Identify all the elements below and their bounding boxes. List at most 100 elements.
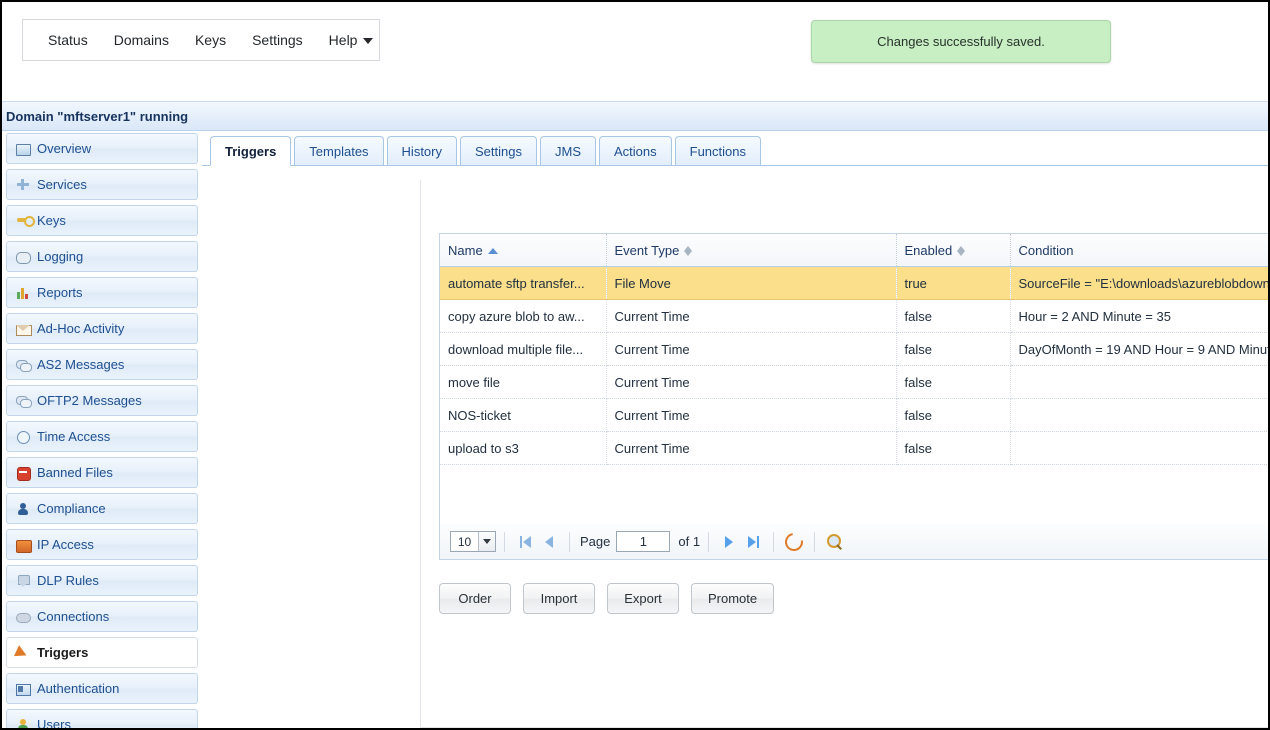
- refresh-button[interactable]: [782, 530, 806, 554]
- table-row[interactable]: copy azure blob to aw... Current Time fa…: [440, 300, 1270, 333]
- sidebar-item-overview[interactable]: Overview: [6, 133, 198, 164]
- column-header-label: Condition: [1019, 243, 1074, 258]
- sidebar-item-label: Ad-Hoc Activity: [37, 322, 124, 335]
- table-row[interactable]: NOS-ticket Current Time false Tra: [440, 399, 1270, 432]
- sidebar-item-authentication[interactable]: Authentication: [6, 673, 198, 704]
- sidebar-item-label: Reports: [37, 286, 83, 299]
- success-notification-text: Changes successfully saved.: [877, 34, 1045, 49]
- menu-item-status[interactable]: Status: [35, 28, 101, 52]
- table-header-row: Name Event Type Enabled Condition Acti: [440, 234, 1270, 267]
- cell-event-type: Current Time: [606, 399, 896, 432]
- compliance-icon: [15, 501, 31, 517]
- tab-strip: Triggers Templates History Settings JMS …: [202, 133, 1268, 166]
- column-header-condition[interactable]: Condition: [1010, 234, 1270, 267]
- sort-none-icon: [957, 245, 966, 257]
- column-header-enabled[interactable]: Enabled: [896, 234, 1010, 267]
- divider: [773, 532, 774, 552]
- chevron-down-icon: [478, 532, 495, 551]
- sidebar-item-triggers[interactable]: Triggers: [6, 637, 198, 668]
- table-row[interactable]: upload to s3 Current Time false Tra: [440, 432, 1270, 465]
- sidebar-item-ad-hoc-activity[interactable]: Ad-Hoc Activity: [6, 313, 198, 344]
- services-icon: [15, 177, 31, 193]
- cell-event-type: Current Time: [606, 333, 896, 366]
- tab-actions[interactable]: Actions: [599, 136, 672, 165]
- sidebar-item-label: Banned Files: [37, 466, 113, 479]
- import-button[interactable]: Import: [523, 583, 595, 614]
- sidebar-item-keys[interactable]: Keys: [6, 205, 198, 236]
- promote-button[interactable]: Promote: [691, 583, 774, 614]
- tab-label: Templates: [309, 144, 368, 159]
- first-page-icon: [520, 536, 531, 548]
- tab-functions[interactable]: Functions: [675, 136, 761, 165]
- table-row[interactable]: move file Current Time false Mov: [440, 366, 1270, 399]
- main-menu-bar: Status Domains Keys Settings Help: [22, 19, 380, 61]
- sidebar-item-logging[interactable]: Logging: [6, 241, 198, 272]
- table-row[interactable]: download multiple file... Current Time f…: [440, 333, 1270, 366]
- page-size-select[interactable]: 10: [450, 531, 496, 552]
- last-page-button[interactable]: [741, 530, 765, 554]
- tab-settings[interactable]: Settings: [460, 136, 537, 165]
- sidebar-item-label: Logging: [37, 250, 83, 263]
- cell-name: download multiple file...: [440, 333, 606, 366]
- previous-page-icon: [545, 536, 553, 548]
- pagination-toolbar: 10 Page 1 of 1: [439, 524, 1270, 560]
- domain-status-text: Domain "mftserver1" running: [6, 109, 188, 124]
- tab-label: Actions: [614, 144, 657, 159]
- sidebar-item-services[interactable]: Services: [6, 169, 198, 200]
- cell-condition: [1010, 399, 1270, 432]
- sidebar-item-oftp2-messages[interactable]: OFTP2 Messages: [6, 385, 198, 416]
- sidebar: Overview Services Keys Logging Reports A…: [2, 133, 202, 730]
- column-header-event-type[interactable]: Event Type: [606, 234, 896, 267]
- tab-triggers[interactable]: Triggers: [210, 136, 291, 166]
- tab-history[interactable]: History: [387, 136, 457, 165]
- cell-name: automate sftp transfer...: [440, 267, 606, 300]
- menu-item-keys[interactable]: Keys: [182, 28, 239, 52]
- dlp-rules-icon: [15, 573, 31, 589]
- table-row[interactable]: automate sftp transfer... File Move true…: [440, 267, 1270, 300]
- tab-jms[interactable]: JMS: [540, 136, 596, 165]
- page-size-value: 10: [451, 535, 478, 549]
- first-page-button[interactable]: [513, 530, 537, 554]
- menu-item-settings[interactable]: Settings: [239, 28, 316, 52]
- sidebar-item-as2-messages[interactable]: AS2 Messages: [6, 349, 198, 380]
- sidebar-item-ip-access[interactable]: IP Access: [6, 529, 198, 560]
- cell-enabled: false: [896, 300, 1010, 333]
- search-button[interactable]: [823, 530, 847, 554]
- time-access-icon: [15, 429, 31, 445]
- order-button[interactable]: Order: [439, 583, 511, 614]
- sidebar-item-connections[interactable]: Connections: [6, 601, 198, 632]
- menu-item-domains[interactable]: Domains: [101, 28, 182, 52]
- export-button[interactable]: Export: [607, 583, 679, 614]
- cell-name: copy azure blob to aw...: [440, 300, 606, 333]
- sidebar-item-compliance[interactable]: Compliance: [6, 493, 198, 524]
- authentication-icon: [15, 681, 31, 697]
- sidebar-item-label: OFTP2 Messages: [37, 394, 142, 407]
- sidebar-item-label: Triggers: [37, 646, 88, 659]
- sidebar-item-banned-files[interactable]: Banned Files: [6, 457, 198, 488]
- menu-item-help[interactable]: Help: [316, 28, 387, 52]
- column-header-name[interactable]: Name: [440, 234, 606, 267]
- sidebar-item-label: Authentication: [37, 682, 119, 695]
- divider: [708, 532, 709, 552]
- next-page-button[interactable]: [717, 530, 741, 554]
- cell-event-type: Current Time: [606, 300, 896, 333]
- sidebar-item-reports[interactable]: Reports: [6, 277, 198, 308]
- tab-label: History: [402, 144, 442, 159]
- previous-page-button[interactable]: [537, 530, 561, 554]
- cell-enabled: false: [896, 432, 1010, 465]
- cell-enabled: false: [896, 333, 1010, 366]
- menu-item-help-label: Help: [329, 32, 358, 48]
- sidebar-item-label: Services: [37, 178, 87, 191]
- page-number-input[interactable]: 1: [616, 531, 670, 552]
- sidebar-item-label: Users: [37, 718, 71, 730]
- triggers-icon: [15, 645, 31, 661]
- last-page-icon: [748, 536, 759, 548]
- sidebar-item-dlp-rules[interactable]: DLP Rules: [6, 565, 198, 596]
- column-header-label: Event Type: [615, 243, 680, 258]
- sidebar-item-users[interactable]: Users: [6, 709, 198, 730]
- oftp2-messages-icon: [15, 393, 31, 409]
- tab-templates[interactable]: Templates: [294, 136, 383, 165]
- cell-event-type: File Move: [606, 267, 896, 300]
- cell-name: move file: [440, 366, 606, 399]
- sidebar-item-time-access[interactable]: Time Access: [6, 421, 198, 452]
